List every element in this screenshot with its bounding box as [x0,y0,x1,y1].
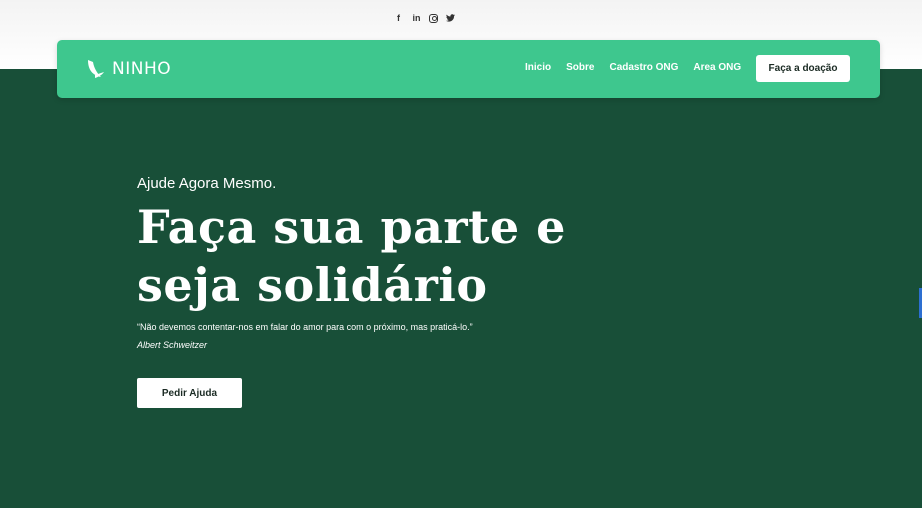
nav-item-cadastro-ong[interactable]: Cadastro ONG [609,62,678,73]
brand-logo[interactable]: NINHO [85,58,171,80]
headline-line-1: Faça sua parte e [137,200,566,254]
nav-item-inicio[interactable]: Inicio [525,62,551,73]
quote-author: Albert Schweitzer [137,340,208,350]
hero-headline: Faça sua parte e seja solidário [137,198,607,314]
instagram-icon[interactable] [429,13,438,23]
facebook-icon[interactable]: f [393,11,404,25]
social-links: f in [393,11,456,25]
leaf-icon [88,60,104,78]
hero-quote: “Não devemos contentar-nos em falar do a… [137,322,473,332]
main-navbar: NINHO Inicio Sobre Cadastro ONG Area ONG… [57,40,880,98]
linkedin-icon[interactable]: in [411,11,422,25]
twitter-icon[interactable] [445,11,456,25]
hero-eyebrow: Ajude Agora Mesmo. [137,175,277,192]
nav-item-sobre[interactable]: Sobre [566,62,594,73]
brand-name: NINHO [112,59,172,79]
headline-line-2: seja solidário [137,258,488,312]
request-help-button[interactable]: Pedir Ajuda [137,378,242,408]
nav-links: Inicio Sobre Cadastro ONG Area ONG [525,62,741,73]
nav-item-area-ong[interactable]: Area ONG [693,62,741,73]
donate-button[interactable]: Faça a doação [756,55,850,82]
